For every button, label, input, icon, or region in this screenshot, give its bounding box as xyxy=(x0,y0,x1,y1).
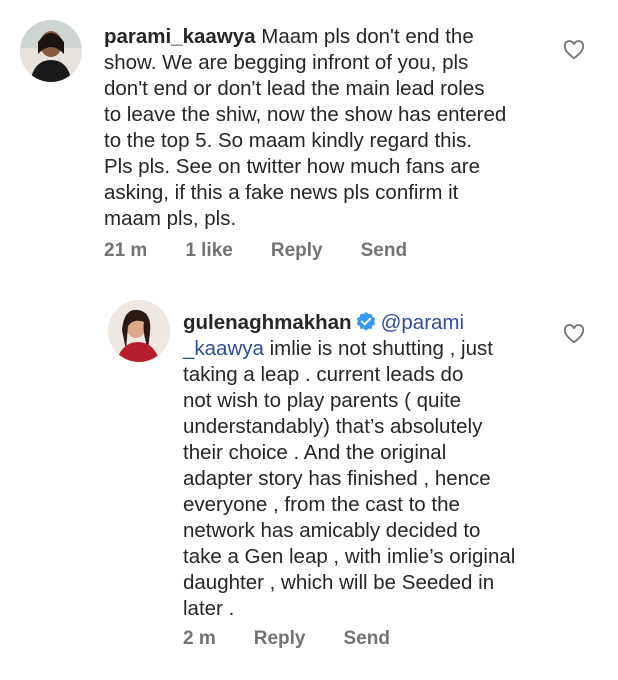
likes-count[interactable]: 1 like xyxy=(185,240,233,262)
like-heart-icon[interactable] xyxy=(563,40,585,60)
comment-line: to the top 5. So maam kindly regard this… xyxy=(104,129,473,152)
comment-line: imlie is not shutting , just xyxy=(263,337,493,360)
reply-button[interactable]: Reply xyxy=(271,240,323,262)
comment-text: parami_kaawya Maam pls don't end the sho… xyxy=(104,24,506,232)
user-photo-icon xyxy=(108,300,170,362)
comment-line: take a Gen leap , with imlie’s original xyxy=(183,545,516,568)
comment-meta: 21 m 1 like Reply Send xyxy=(104,240,445,262)
username[interactable]: gulenaghmakhan xyxy=(183,311,352,334)
comment-line: taking a leap . current leads do xyxy=(183,363,464,386)
reply-button[interactable]: Reply xyxy=(254,628,306,650)
comment-line: maam pls, pls. xyxy=(104,207,237,230)
comment-line: to leave the shiw, now the show has ente… xyxy=(104,103,507,126)
comment-line: Maam pls don't end the xyxy=(261,25,474,48)
username[interactable]: parami_kaawya xyxy=(104,25,256,48)
comment-text: gulenaghmakhan @parami _kaawya imlie is n… xyxy=(183,310,515,622)
user-photo-icon xyxy=(20,20,82,82)
like-heart-icon[interactable] xyxy=(563,324,585,344)
send-button[interactable]: Send xyxy=(361,240,407,262)
mention-link[interactable]: @parami xyxy=(381,311,464,334)
comment-line: later . xyxy=(183,597,235,620)
avatar[interactable] xyxy=(108,300,170,362)
comment-line: show. We are begging infront of you, pls xyxy=(104,51,469,74)
timestamp: 21 m xyxy=(104,240,148,261)
comment-line: don't end or don't lead the main lead ro… xyxy=(104,77,485,100)
comment-line: adapter story has finished , hence xyxy=(183,467,491,490)
comment-line: understandably) that’s absolutely xyxy=(183,415,483,438)
send-button[interactable]: Send xyxy=(344,628,390,650)
verified-badge-icon xyxy=(355,311,377,333)
comment-line: everyone , from the cast to the xyxy=(183,493,460,516)
avatar[interactable] xyxy=(20,20,82,82)
timestamp: 2 m xyxy=(183,628,216,649)
comment-line: their choice . And the original xyxy=(183,441,447,464)
comment-meta: 2 m Reply Send xyxy=(183,628,428,650)
comment-line: asking, if this a fake news pls confirm … xyxy=(104,181,459,204)
comment-line: network has amicably decided to xyxy=(183,519,481,542)
comment-line: Pls pls. See on twitter how much fans ar… xyxy=(104,155,481,178)
comment-line: not wish to play parents ( quite xyxy=(183,389,462,412)
comment-line: daughter , which will be Seeded in xyxy=(183,571,495,594)
mention-link[interactable]: _kaawya xyxy=(183,337,264,360)
